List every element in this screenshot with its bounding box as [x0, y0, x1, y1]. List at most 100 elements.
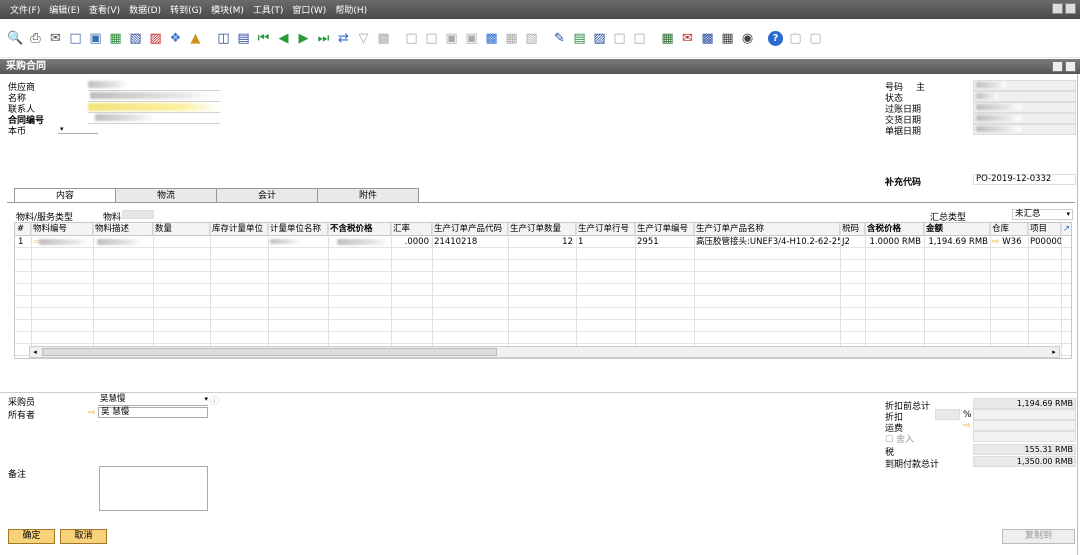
- fax-icon[interactable]: ▣: [88, 31, 103, 46]
- col-header-prod-name[interactable]: 生产订单产品名称: [694, 223, 840, 236]
- tab-content[interactable]: 内容: [14, 188, 116, 203]
- owner-field[interactable]: 吴 慧慢: [98, 407, 208, 418]
- tab-logistics[interactable]: 物流: [115, 188, 217, 203]
- vendor-field[interactable]: [88, 81, 128, 88]
- currency-select[interactable]: ▾: [58, 125, 98, 134]
- first-record-icon[interactable]: ⏮: [256, 31, 271, 46]
- menu-edit[interactable]: 编辑(E): [49, 3, 80, 16]
- menu-view[interactable]: 查看(V): [89, 3, 120, 16]
- report-icon[interactable]: ✉: [680, 31, 695, 46]
- menu-goto[interactable]: 转到(G): [170, 3, 202, 16]
- table-row[interactable]: [15, 320, 1071, 332]
- volume-weight-icon[interactable]: ▧: [524, 31, 539, 46]
- tab-accounting[interactable]: 会计: [216, 188, 318, 203]
- grid-horizontal-scrollbar[interactable]: ◂ ▸: [29, 346, 1060, 358]
- buyer-info-icon[interactable]: ⓘ: [210, 394, 219, 407]
- menu-file[interactable]: 文件(F): [10, 3, 40, 16]
- add-icon[interactable]: ▤: [236, 31, 251, 46]
- form-settings-icon[interactable]: ✎: [552, 31, 567, 46]
- launch-icon[interactable]: ❖: [168, 31, 183, 46]
- gross-profit-icon[interactable]: ▩: [484, 31, 499, 46]
- word-icon[interactable]: ▧: [128, 31, 143, 46]
- scroll-left-icon[interactable]: ◂: [30, 347, 40, 357]
- approve-icon[interactable]: ▩: [700, 31, 715, 46]
- col-header-prod-qty[interactable]: 生产订单数量: [508, 223, 576, 236]
- window-minimize-button[interactable]: [1052, 61, 1063, 72]
- col-header-prod-code[interactable]: 生产订单产品代码: [432, 223, 508, 236]
- last-record-icon[interactable]: ⏭: [316, 31, 331, 46]
- sort-icon[interactable]: ▩: [376, 31, 391, 46]
- table-row[interactable]: [15, 332, 1071, 344]
- col-header-tax-code[interactable]: 税码: [840, 223, 865, 236]
- scroll-right-icon[interactable]: ▸: [1049, 347, 1059, 357]
- menu-modules[interactable]: 模块(M): [211, 3, 244, 16]
- menu-window[interactable]: 窗口(W): [292, 3, 326, 16]
- col-header-prod-no[interactable]: 生产订单编号: [635, 223, 694, 236]
- col-header-amount[interactable]: 金额: [924, 223, 990, 236]
- ok-button[interactable]: 确定: [8, 529, 55, 544]
- contract-no-field[interactable]: [95, 114, 155, 121]
- user-icon[interactable]: ◉: [740, 31, 755, 46]
- item-type-select[interactable]: [122, 210, 154, 219]
- grid-settings-icon[interactable]: ↗: [1061, 223, 1071, 236]
- col-header-item-no[interactable]: 物料编号: [31, 223, 93, 236]
- payment-means-icon[interactable]: ▦: [504, 31, 519, 46]
- freight-link-icon[interactable]: ⇨: [963, 421, 971, 431]
- col-header-uom-name[interactable]: 计量单位名称: [268, 223, 328, 236]
- tree-icon[interactable]: ▦: [720, 31, 735, 46]
- app-minimize-button[interactable]: [1052, 3, 1063, 14]
- remarks-textarea[interactable]: [99, 466, 208, 511]
- previous-record-icon[interactable]: ◀: [276, 31, 291, 46]
- export-icon[interactable]: □: [68, 31, 83, 46]
- print-preview-icon[interactable]: 🔍: [7, 31, 23, 46]
- doc2-icon[interactable]: ▢: [808, 31, 823, 46]
- menu-data[interactable]: 数据(D): [129, 3, 161, 16]
- next-record-icon[interactable]: ▶: [296, 31, 311, 46]
- col-header-warehouse[interactable]: 仓库: [990, 223, 1028, 236]
- table-row[interactable]: [15, 272, 1071, 284]
- name-field[interactable]: [90, 92, 215, 99]
- col-header-rate[interactable]: 汇率: [391, 223, 432, 236]
- target-doc-icon[interactable]: ▣: [464, 31, 479, 46]
- col-header-price-tax[interactable]: 含税价格: [865, 223, 924, 236]
- col-header-stock-uom[interactable]: 库存计量单位: [210, 223, 268, 236]
- number-series[interactable]: 主: [916, 80, 925, 93]
- copy-to-icon[interactable]: □: [424, 31, 439, 46]
- rounding-checkbox[interactable]: ☐ 舍入: [885, 432, 914, 445]
- tab-attachments[interactable]: 附件: [317, 188, 419, 203]
- lock-icon[interactable]: ▲: [188, 31, 203, 46]
- calendar-icon[interactable]: ▦: [660, 31, 675, 46]
- journal-icon[interactable]: ▤: [572, 31, 587, 46]
- col-header-project[interactable]: 项目: [1028, 223, 1061, 236]
- discount-pct-field[interactable]: [935, 409, 960, 420]
- owner-link-icon[interactable]: ⇨: [88, 408, 96, 418]
- freight-field[interactable]: [973, 420, 1076, 431]
- table-row[interactable]: [15, 260, 1071, 272]
- col-header-qty[interactable]: 数量: [153, 223, 210, 236]
- col-header-price-ex-tax[interactable]: 不含税价格: [328, 223, 391, 236]
- pdf-icon[interactable]: ▨: [148, 31, 163, 46]
- filter-icon[interactable]: ▽: [356, 31, 371, 46]
- supplement-code-field[interactable]: PO-2019-12-0332: [973, 174, 1076, 185]
- cancel-button[interactable]: 取消: [60, 529, 107, 544]
- discount-amount-field[interactable]: [973, 409, 1076, 420]
- contact-field[interactable]: [88, 103, 220, 111]
- summary-type-select[interactable]: 未汇总 ▾: [1012, 209, 1073, 220]
- copy-to-button[interactable]: 复制到: [1002, 529, 1075, 544]
- scroll-thumb[interactable]: [42, 348, 497, 356]
- table-row[interactable]: [15, 308, 1071, 320]
- help-icon[interactable]: ?: [768, 30, 783, 46]
- col-header-prod-line[interactable]: 生产订单行号: [576, 223, 635, 236]
- table-row[interactable]: [15, 284, 1071, 296]
- table-row[interactable]: 1 ⇨ .0000 21410218 12 1 2951 高压胶管接头:UNEF…: [15, 236, 1071, 248]
- alert-icon[interactable]: □: [632, 31, 647, 46]
- find-icon[interactable]: ◫: [216, 31, 231, 46]
- base-doc-icon[interactable]: ▣: [444, 31, 459, 46]
- menu-help[interactable]: 帮助(H): [335, 3, 367, 16]
- table-row[interactable]: [15, 248, 1071, 260]
- excel-icon[interactable]: ▦: [108, 31, 123, 46]
- col-header-num[interactable]: #: [15, 223, 31, 236]
- copy-from-icon[interactable]: □: [404, 31, 419, 46]
- doc-icon[interactable]: ▢: [788, 31, 803, 46]
- table-row[interactable]: [15, 296, 1071, 308]
